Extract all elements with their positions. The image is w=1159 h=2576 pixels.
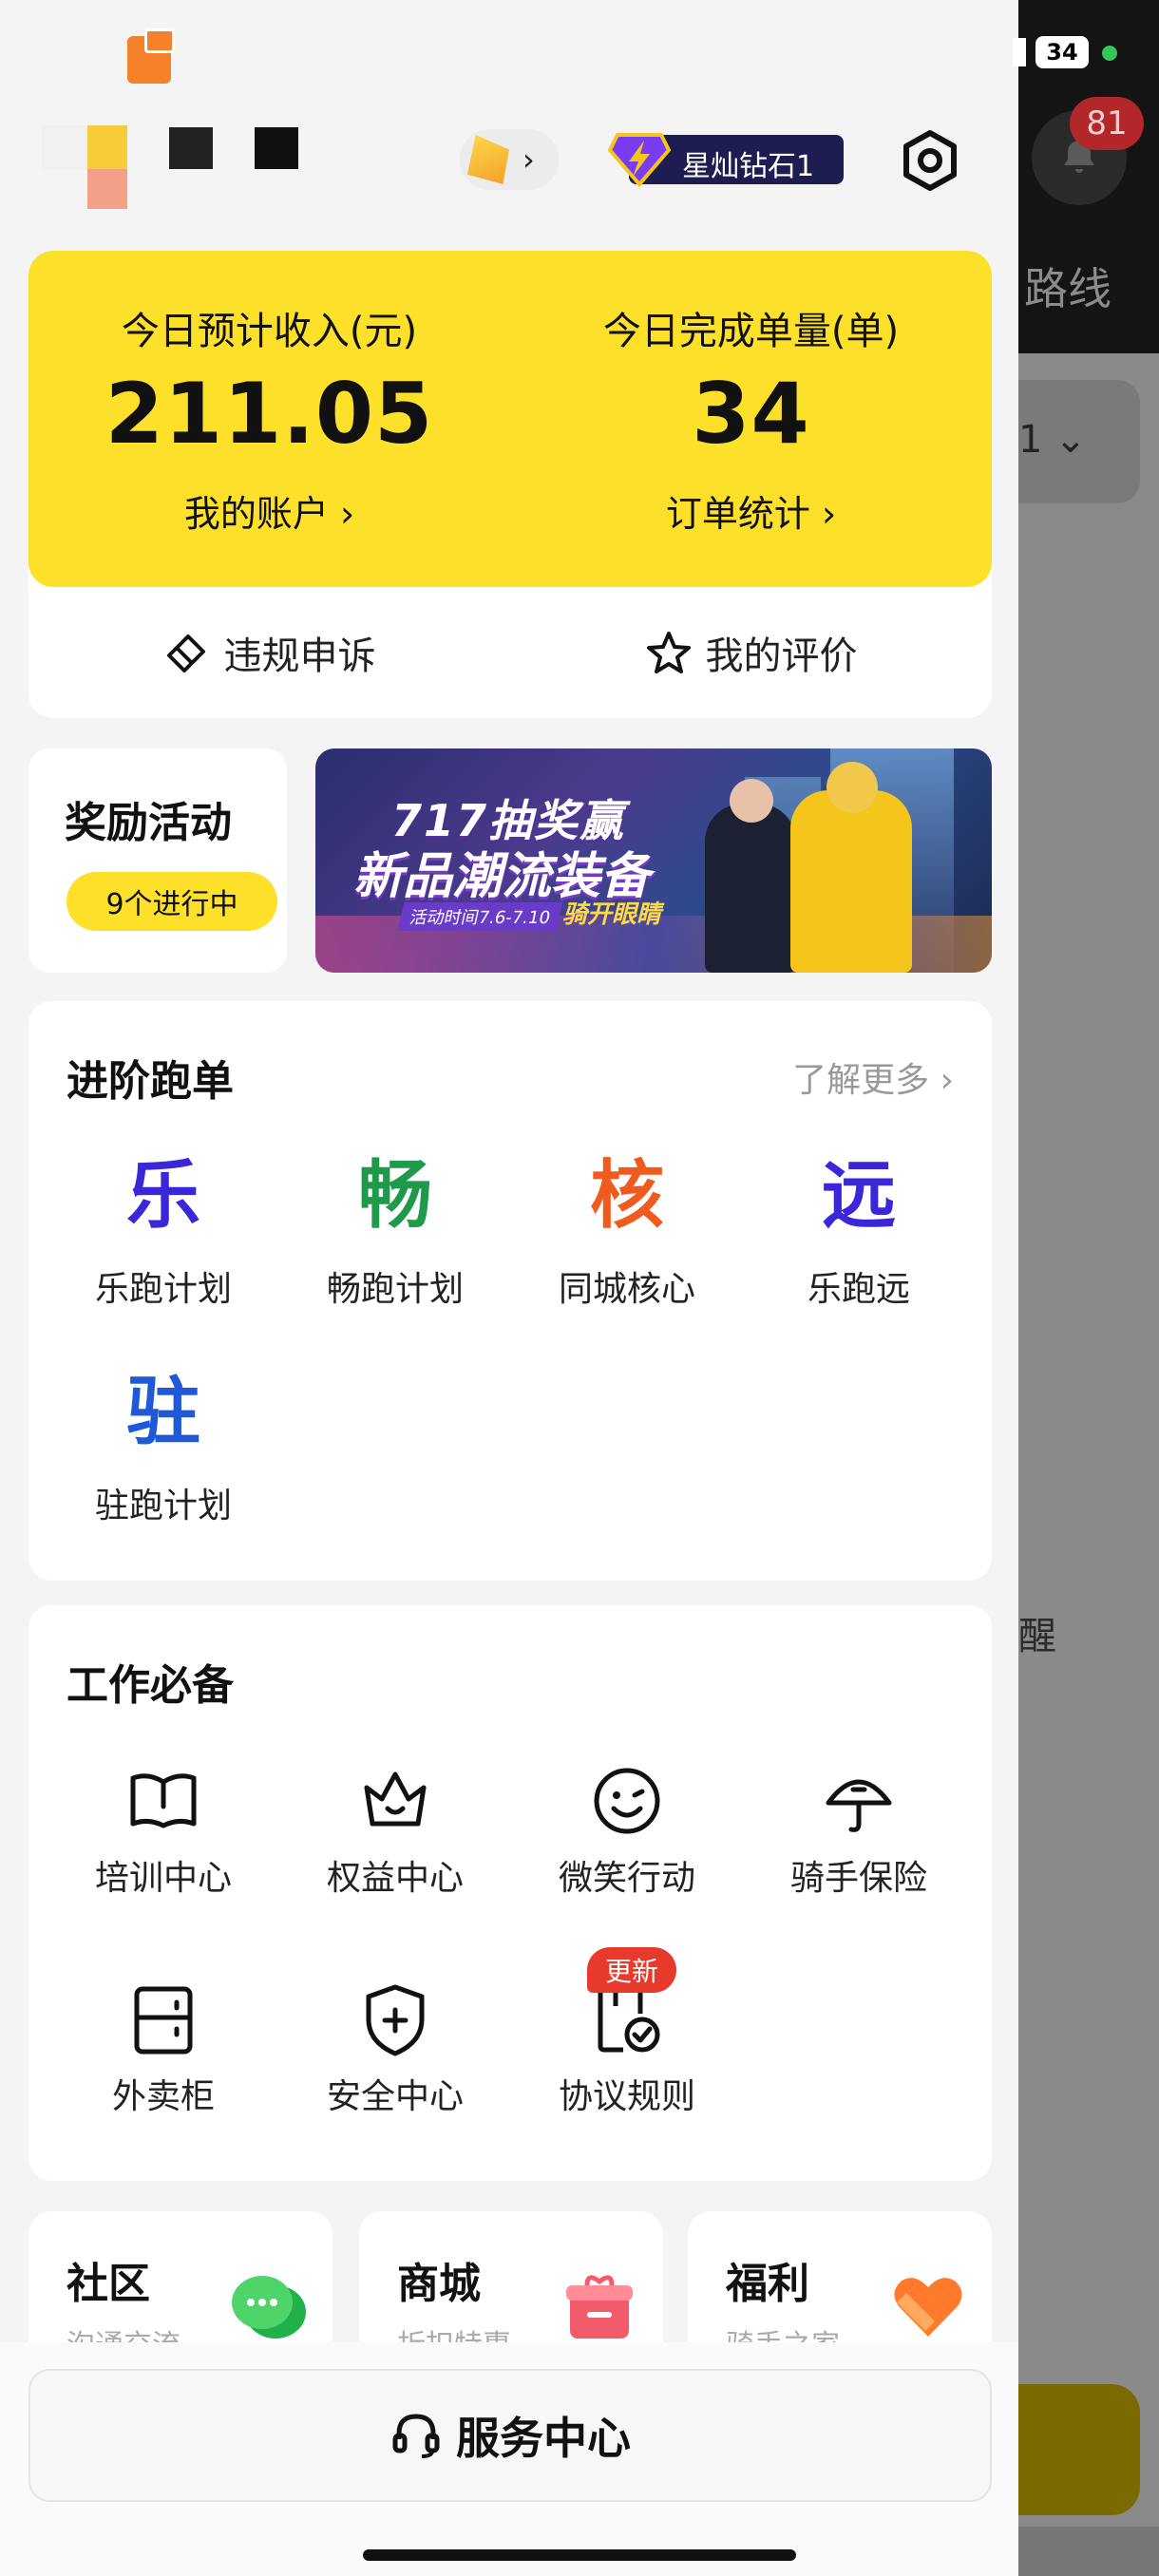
plan-label: 驻跑计划 [94,1487,232,1525]
income-column[interactable]: 今日预计收入(元) 211.05 我的账户 › [28,251,510,587]
orders-label: 今日完成单量(单) [602,310,900,353]
benefits-center-item[interactable]: 权益中心 [279,1744,511,1934]
city-core-item[interactable]: 核同城核心 [511,1136,743,1326]
model-image-1 [705,779,796,973]
safety-center-item[interactable]: 安全中心 [279,1962,511,2152]
level-button[interactable]: › [460,129,559,190]
smile-icon [594,1768,660,1834]
chat-icon [232,2276,306,2339]
my-rating-button[interactable]: 我的评价 [510,587,992,718]
plan-glyph: 驻 [125,1370,200,1455]
background-action-button[interactable] [1007,2384,1140,2515]
background-filter-text: 1 ⌄ [1018,418,1087,462]
reward-activities-card[interactable]: 奖励活动 9个进行中 [28,748,287,973]
heart-icon [894,2278,962,2337]
plan-label: 畅跑计划 [326,1270,464,1309]
status-bar: 34 [0,0,1159,103]
shield-icon [366,1984,425,2056]
income-value: 211.05 [104,365,434,463]
star-icon [646,632,691,673]
my-account-link[interactable]: 我的账户 › [28,484,510,537]
delivery-locker-item[interactable]: 外卖柜 [48,1962,279,2152]
settings-gear-icon[interactable] [899,129,961,192]
changpao-plan-item[interactable]: 畅畅跑计划 [279,1136,511,1326]
violation-appeal-button[interactable]: 违规申诉 [28,587,510,718]
notification-count-badge: 81 [1070,97,1144,150]
service-center-button[interactable]: 服务中心 [28,2369,992,2502]
essentials-title: 工作必备 [66,1661,234,1710]
plan-label: 乐跑计划 [94,1270,232,1309]
battery-icon: 34 [1036,36,1089,68]
income-summary: 今日预计收入(元) 211.05 我的账户 › 今日完成单量(单) 34 订单统… [28,251,992,587]
plan-label: 乐跑远 [807,1270,910,1309]
level-gem-icon [467,135,509,184]
signal-icon [1013,38,1026,66]
learn-more-link[interactable]: 了解更多 › [792,1052,954,1102]
training-center-item[interactable]: 培训中心 [48,1744,279,1934]
order-stats-link[interactable]: 订单统计 › [510,484,992,537]
reward-title: 奖励活动 [65,799,232,847]
rider-insurance-item[interactable]: 骑手保险 [743,1744,975,1934]
background-bottom-bar [1007,2527,1159,2576]
model-image-2 [790,762,912,973]
banner-cta: 骑开眼睛 [562,900,662,929]
service-area: 服务中心 [0,2342,1018,2576]
background-reminder-text: 醒 [1018,1615,1056,1658]
crown-icon [364,1771,427,1827]
banner-date: 活动时间7.6-7.10 [397,902,563,931]
umbrella-icon [826,1779,892,1832]
lepao-plan-item[interactable]: 乐乐跑计划 [48,1136,279,1326]
plan-glyph: 乐 [125,1153,200,1239]
rank-badge[interactable]: 星灿钻石1 [608,129,844,188]
zhupao-plan-item[interactable]: 驻驻跑计划 [48,1353,279,1543]
plan-label: 同城核心 [558,1270,695,1309]
gift-icon [566,2275,633,2339]
income-card: 今日预计收入(元) 211.05 我的账户 › 今日完成单量(单) 34 订单统… [28,251,992,718]
smile-action-item[interactable]: 微笑行动 [511,1744,743,1934]
home-indicator[interactable] [363,2549,796,2561]
plan-glyph: 远 [821,1153,896,1239]
lepao-far-item[interactable]: 远乐跑远 [743,1136,975,1326]
promo-banner[interactable]: 717抽奖赢 新品潮流装备 活动时间7.6-7.10 骑开眼睛 [315,748,992,973]
advanced-title: 进阶跑单 [66,1057,234,1106]
orders-column[interactable]: 今日完成单量(单) 34 订单统计 › [510,251,992,587]
headset-icon [392,2414,440,2458]
locker-icon [134,1986,193,2055]
lightning-diamond-icon [608,133,671,188]
orders-value: 34 [692,365,810,463]
ongoing-count-pill: 9个进行中 [66,872,277,931]
book-icon [130,1773,197,1828]
plan-glyph: 畅 [357,1153,432,1239]
side-drawer: › 星灿钻石1 今日预计收入(元) 211.05 我的账户 › 今日完成单量(单… [0,0,1018,2576]
appeal-icon [166,635,205,672]
app-notification-icon [127,28,175,84]
privacy-indicator-dot [1102,46,1117,61]
update-badge: 更新 [587,1947,676,1993]
income-actions: 违规申诉 我的评价 [28,587,992,718]
plan-glyph: 核 [589,1153,664,1239]
route-tab[interactable]: 路线 [1024,255,1112,317]
income-label: 今日预计收入(元) [121,310,418,353]
chevron-right-icon: › [522,142,535,178]
